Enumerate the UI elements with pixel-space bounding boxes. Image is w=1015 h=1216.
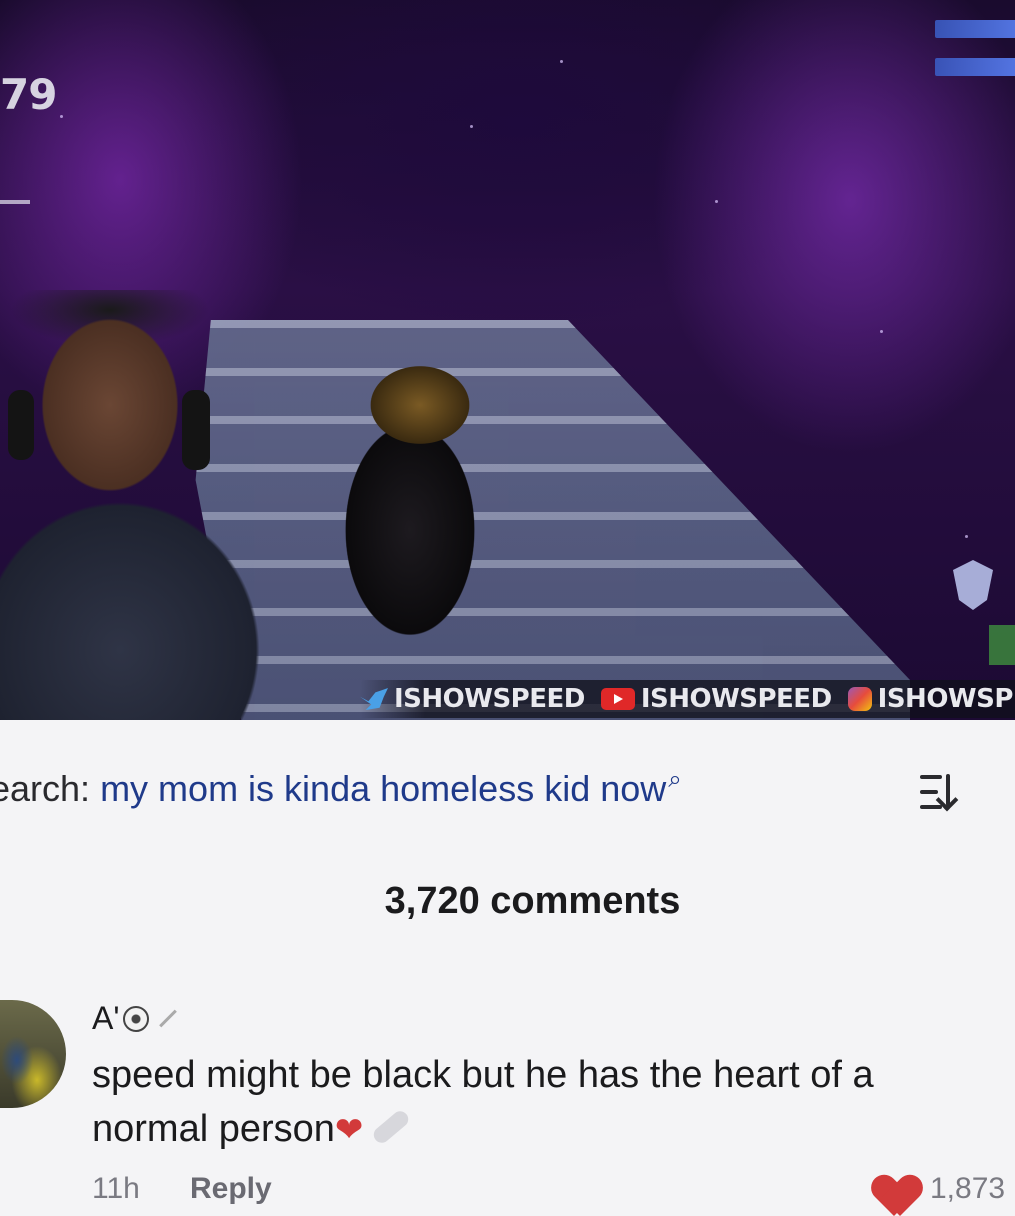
ticker-handle: ISHOWSPEE (877, 684, 1015, 714)
hud-health-block (989, 625, 1015, 665)
search-label: earch: (0, 768, 91, 809)
search-query-link[interactable]: my mom is kinda homeless kid now (100, 768, 666, 810)
like-count: 1,873 (930, 1172, 1006, 1205)
like-heart-icon[interactable] (874, 1176, 922, 1216)
comment-body: speed might be black but he has the hear… (92, 1048, 1012, 1157)
sort-arrow-icon[interactable] (946, 774, 950, 806)
comments-count: 3,720 comments (384, 880, 681, 922)
username-text: A' (92, 1000, 120, 1036)
game-character (290, 360, 530, 680)
shield-icon (953, 560, 993, 610)
magic-wand-icon (159, 1009, 178, 1028)
search-suggestion[interactable]: earch: my mom is kinda homeless kid now … (0, 766, 820, 820)
youtube-icon (600, 688, 635, 710)
comment-line: speed might be black but he has the hear… (92, 1054, 874, 1096)
red-heart-icon: ❤ (334, 1111, 364, 1149)
hud-bars (935, 20, 1015, 96)
bandage-icon (370, 1107, 412, 1146)
ticker-item-youtube: ISHOWSPEED (600, 684, 832, 714)
soccer-ball-icon (123, 1005, 150, 1032)
comment-timestamp: 11h (92, 1172, 140, 1205)
instagram-icon (847, 687, 872, 711)
social-ticker: ISHOWSPEED ISHOWSPEED ISHOWSPEE (360, 680, 1015, 718)
search-icon[interactable]: ⌕ (668, 766, 681, 794)
ticker-handle: ISHOWSPEED (394, 684, 585, 714)
ticker-item-instagram: ISHOWSPEE (847, 684, 1015, 714)
ticker-handle: ISHOWSPEED (640, 684, 832, 714)
comment-line-wrap: normal person❤ (92, 1102, 1012, 1157)
hud-counter: 79 (0, 70, 57, 119)
headset-icon (182, 390, 210, 470)
reply-button[interactable]: Reply (190, 1172, 272, 1206)
twitter-icon (360, 688, 388, 710)
headset-icon (8, 390, 34, 460)
streamer-webcam (0, 290, 300, 720)
video-frame[interactable]: 79 ISHOWSPEED ISHOWSPEED ISHOWSPEE (0, 0, 1015, 720)
ticker-item-twitter: ISHOWSPEED (360, 684, 585, 714)
hud-marker (0, 200, 30, 204)
comment-line: normal person (92, 1108, 335, 1150)
comment-username[interactable]: A' (92, 1000, 179, 1037)
